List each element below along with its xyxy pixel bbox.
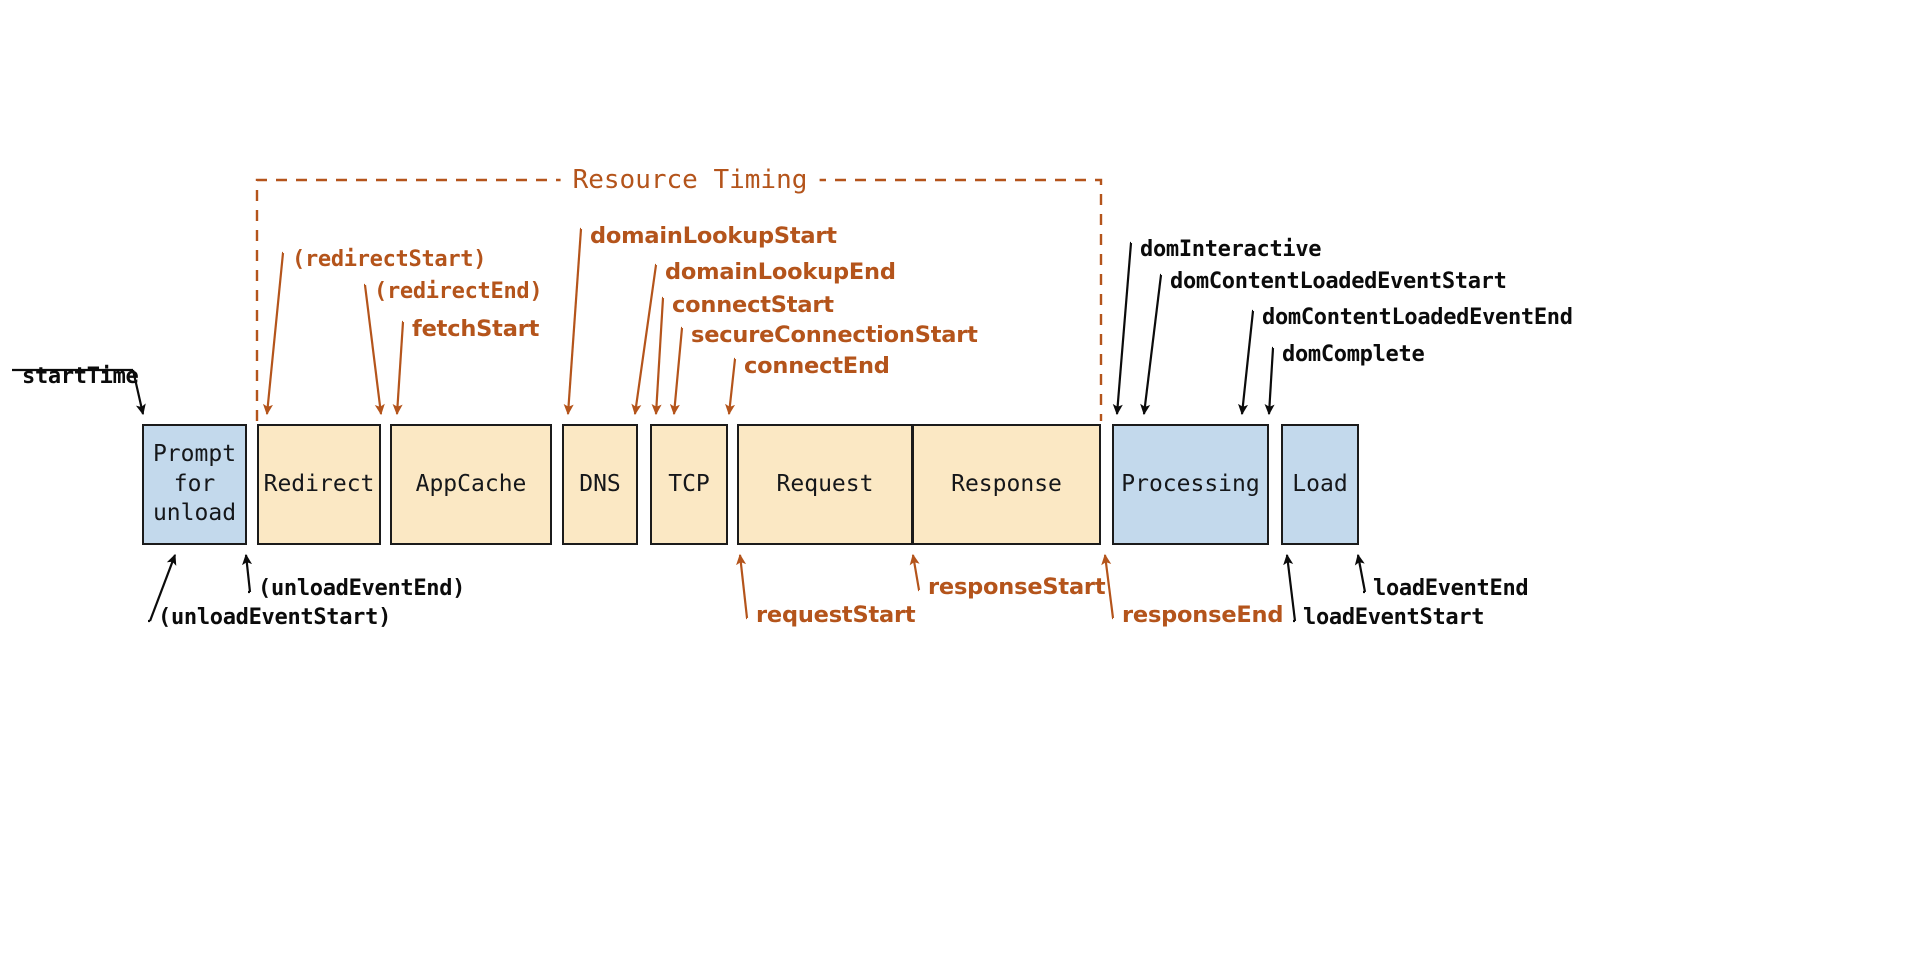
leader-request-start: [736, 553, 749, 620]
phase-box-label: AppCache: [415, 470, 527, 497]
marker-label-dom-content-loaded-end: domContentLoadedEventEnd: [1262, 305, 1573, 330]
phase-box-label: Load: [1292, 470, 1348, 497]
navigation-timing-diagram: Prompt for unload Redirect AppCache DNS TCP R…: [0, 0, 1918, 966]
marker-label-load-event-start: loadEventStart: [1303, 605, 1485, 630]
marker-label-domain-lookup-end: domainLookupEnd: [665, 259, 896, 285]
marker-label-response-start: responseStart: [928, 574, 1106, 600]
phase-box-dns: DNS: [562, 424, 638, 545]
marker-label-dom-interactive: domInteractive: [1140, 237, 1322, 262]
phase-box-prompt-for-unload: Prompt for unload: [142, 424, 247, 545]
leader-dom-content-loaded-start: [1140, 273, 1163, 416]
marker-label-connect-start: connectStart: [672, 292, 834, 318]
phase-box-load: Load: [1281, 424, 1359, 545]
leader-domain-lookup-end: [631, 263, 658, 416]
leader-response-end: [1101, 553, 1115, 620]
marker-label-secure-connection-start: secureConnectionStart: [691, 322, 978, 348]
phase-box-label: Prompt for unload: [152, 440, 237, 527]
leader-domain-lookup-start: [563, 227, 583, 416]
marker-label-unload-event-start: (unloadEventStart): [158, 605, 392, 630]
phase-box-processing: Processing: [1112, 424, 1269, 545]
leader-connect-start: [651, 296, 665, 416]
marker-label-load-event-end: loadEventEnd: [1373, 576, 1529, 601]
leader-dom-complete: [1264, 346, 1275, 416]
phase-box-label: DNS: [579, 470, 621, 497]
leader-load-event-start: [1283, 553, 1297, 623]
phase-box-redirect: Redirect: [257, 424, 381, 545]
leader-secure-connection-start: [669, 326, 684, 416]
leader-response-start: [909, 553, 921, 592]
marker-label-redirect-start: (redirectStart): [292, 247, 487, 272]
leader-dom-content-loaded-end: [1238, 309, 1255, 416]
resource-timing-title: Resource Timing: [560, 167, 820, 193]
leader-dom-interactive: [1112, 241, 1133, 416]
phase-box-response: Response: [913, 424, 1101, 545]
marker-label-dom-content-loaded-start: domContentLoadedEventStart: [1170, 269, 1507, 294]
phase-box-tcp: TCP: [650, 424, 728, 545]
marker-label-unload-event-end: (unloadEventEnd): [258, 576, 466, 601]
leader-fetch-start: [392, 320, 405, 416]
leader-redirect-start: [262, 251, 285, 416]
leader-unload-event-end: [242, 553, 253, 594]
phase-box-appcache: AppCache: [390, 424, 552, 545]
leader-load-event-end: [1354, 553, 1367, 594]
marker-label-fetch-start: fetchStart: [412, 316, 540, 342]
phase-box-label: Redirect: [263, 470, 375, 497]
marker-label-connect-end: connectEnd: [744, 353, 890, 379]
phase-box-label: Request: [776, 470, 874, 497]
marker-label-start-time: startTime: [22, 364, 139, 389]
marker-label-redirect-end: (redirectEnd): [374, 279, 543, 304]
phase-box-label: TCP: [668, 470, 710, 497]
leader-connect-end: [725, 357, 737, 416]
marker-label-request-start: requestStart: [756, 602, 916, 628]
phase-box-label: Processing: [1121, 470, 1260, 497]
marker-label-response-end: responseEnd: [1122, 602, 1284, 628]
marker-label-domain-lookup-start: domainLookupStart: [590, 223, 837, 249]
phase-box-request: Request: [737, 424, 913, 545]
phase-box-label: Response: [951, 470, 1062, 497]
leader-redirect-end: [363, 283, 385, 416]
marker-label-dom-complete: domComplete: [1282, 342, 1425, 367]
